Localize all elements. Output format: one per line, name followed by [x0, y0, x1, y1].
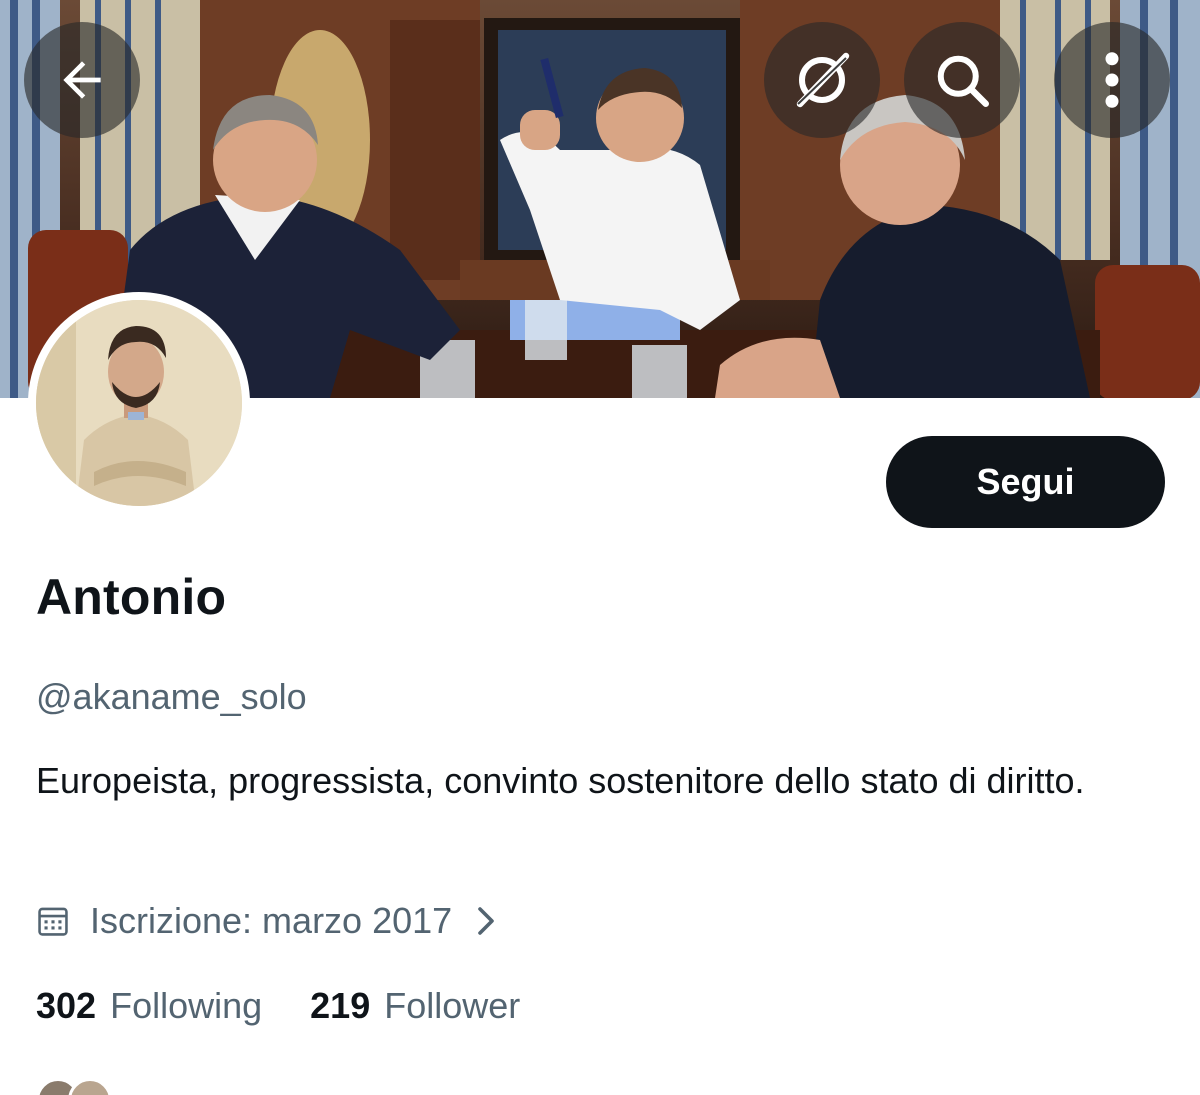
more-vertical-icon [1105, 52, 1119, 108]
avatar[interactable] [28, 292, 250, 514]
user-handle: @akaname_solo [36, 676, 307, 717]
profile-bio: Europeista, progressista, convinto soste… [36, 760, 1085, 801]
following-label: Following [110, 985, 263, 1026]
grok-icon [796, 52, 850, 108]
followed-by-avatars[interactable] [36, 1078, 112, 1095]
search-button[interactable] [904, 22, 1020, 138]
back-button[interactable] [24, 22, 140, 138]
avatar-image [36, 300, 242, 506]
search-icon [937, 55, 989, 107]
display-name: Antonio [36, 569, 227, 625]
follow-button[interactable]: Segui [886, 436, 1165, 528]
calendar-icon [38, 907, 68, 936]
grok-button[interactable] [764, 22, 880, 138]
back-arrow-icon [63, 61, 101, 99]
join-date-row[interactable]: Iscrizione: marzo 2017 [36, 898, 498, 944]
followers-count: 219 [310, 985, 371, 1026]
mini-avatar [68, 1078, 112, 1095]
following-stat[interactable]: 302 Following [36, 985, 262, 1027]
followers-stat[interactable]: 219 Follower [310, 985, 520, 1027]
more-options-button[interactable] [1054, 22, 1170, 138]
chevron-right-icon [478, 907, 494, 935]
follow-stats: 302 Following 219 Follower [36, 985, 520, 1027]
following-count: 302 [36, 985, 97, 1026]
join-date-text: Iscrizione: marzo 2017 [90, 900, 453, 941]
followers-label: Follower [384, 985, 521, 1026]
